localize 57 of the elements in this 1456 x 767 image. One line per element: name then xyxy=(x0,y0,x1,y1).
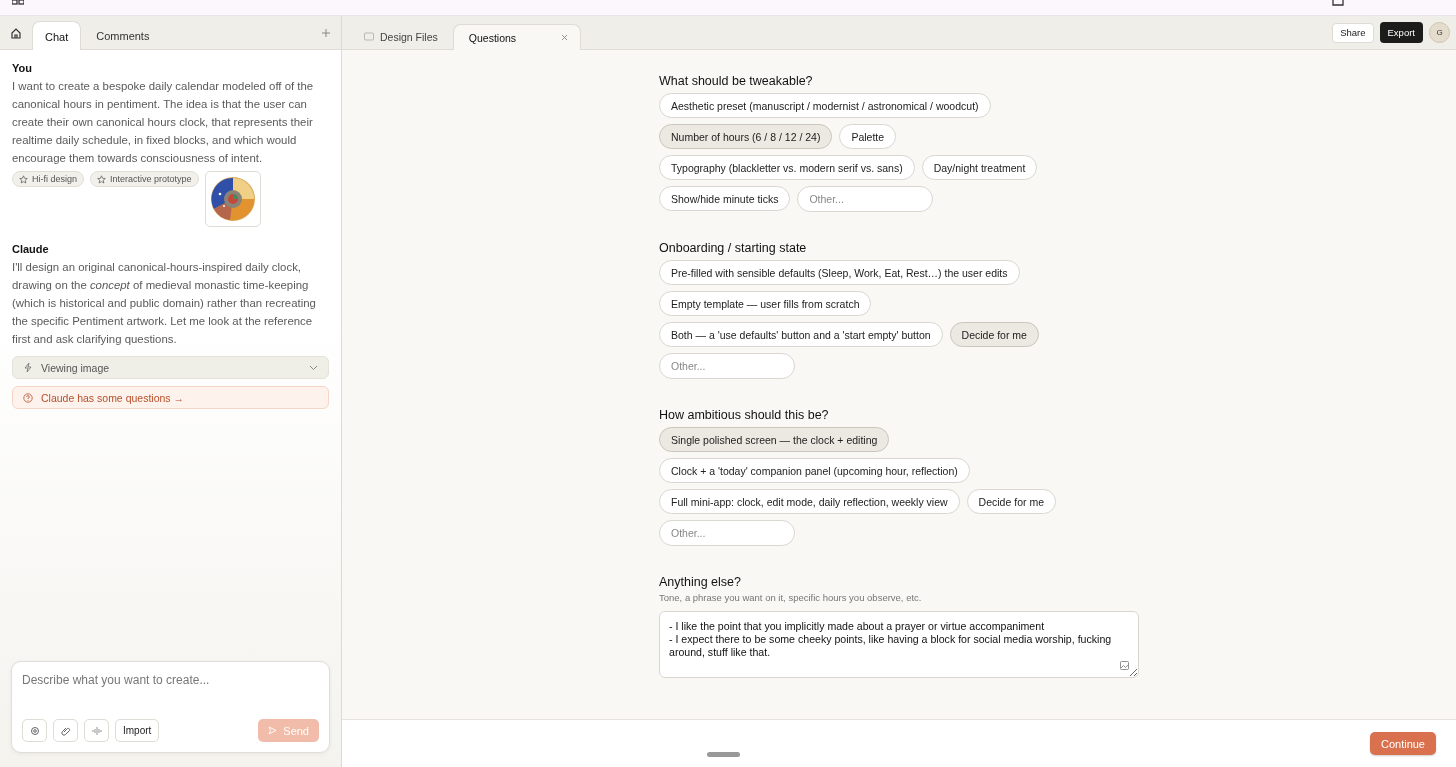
other-field[interactable]: Other... xyxy=(659,353,795,379)
tag-chip: Hi-fi design xyxy=(12,171,85,187)
tab[interactable]: Chat xyxy=(32,21,82,50)
questions-link[interactable]: Claude has some questions → xyxy=(12,386,329,409)
attach-button[interactable] xyxy=(53,719,78,742)
drag-handle[interactable] xyxy=(707,752,740,757)
export-button[interactable]: Export xyxy=(1379,22,1423,43)
option-chip[interactable]: Typography (blackletter vs. modern serif vs. sans) xyxy=(659,155,915,180)
message-text: I want to create a bespoke daily calendar modeled off of the canonical hours in pentiment. The idea is that the user can create their own canonical hours clock, that represents their realtime daily schedule, in fixed blocks, and which would encourage them towards consciousness of intent. xyxy=(12,79,315,166)
option-chip[interactable]: Clock + a 'today' companion panel (upcoming hour, reflection) xyxy=(659,458,970,483)
option-chip[interactable]: Both — a 'use defaults' button and a 'start empty' button xyxy=(659,322,943,347)
other-field[interactable]: Other... xyxy=(797,186,934,212)
option-chip[interactable]: Full mini-app: clock, edit mode, daily reflection, weekly view xyxy=(659,489,960,514)
star-icon xyxy=(19,174,28,184)
tag-chip: Interactive prototype xyxy=(90,171,199,187)
tab[interactable]: Comments xyxy=(83,20,163,49)
question-title: Anything else? xyxy=(659,575,742,589)
option-chip[interactable]: Single polished screen — the clock + editing xyxy=(659,427,890,452)
option-chip[interactable]: Number of hours (6 / 8 / 12 / 24) xyxy=(659,124,833,149)
waveform-icon xyxy=(91,725,102,736)
star-icon xyxy=(97,174,107,184)
settings-button[interactable] xyxy=(22,719,47,742)
question-hint: Tone, a phrase you want on it, specific hours you observe, etc. xyxy=(659,592,923,603)
other-field[interactable]: Other... xyxy=(659,520,795,546)
question-icon xyxy=(23,392,33,403)
activity-row[interactable]: Viewing image xyxy=(12,356,329,379)
home-icon[interactable] xyxy=(10,26,22,39)
tab[interactable]: Questions xyxy=(452,24,581,50)
notes-field[interactable]: - I like the point that you implicitly made about a prayer or virtue accompaniment - I expect there to be some cheeky points, like having a block for social media worship, fucking around, stuff like that. xyxy=(659,611,1139,678)
gear-icon xyxy=(29,725,40,736)
send-icon xyxy=(268,726,278,735)
close-icon[interactable] xyxy=(560,34,568,41)
option-chip[interactable]: Palette xyxy=(839,124,897,149)
image-icon[interactable] xyxy=(1120,661,1129,670)
option-chip[interactable]: Empty template — user fills from scratch xyxy=(659,291,872,316)
option-chip[interactable]: Decide for me xyxy=(949,322,1039,347)
plus-icon[interactable] xyxy=(321,27,331,38)
option-chip[interactable]: Show/hide minute ticks xyxy=(659,186,791,211)
share-button[interactable]: Share xyxy=(1332,22,1374,43)
prompt-field[interactable]: Describe what you want to create... xyxy=(22,672,319,688)
option-chip[interactable]: Decide for me xyxy=(966,489,1056,514)
message-text: I'll design an original canonical-hours-inspired daily clock, drawing on the concept of medieval monastic time-keeping (which is historical and public domain) rather than recreating the specific Pentiment artwork. Let me look at the reference first and ask clarifying questions. xyxy=(12,260,317,347)
user-avatar[interactable]: G xyxy=(1429,22,1450,43)
tab[interactable]: Design Files xyxy=(354,23,451,49)
paperclip-icon xyxy=(60,725,71,736)
option-chip[interactable]: Pre-filled with sensible defaults (Sleep, Work, Eat, Rest…) the user edits xyxy=(659,260,1020,285)
message-author: Claude xyxy=(12,243,50,255)
lightning-icon xyxy=(23,362,33,373)
question-title: Onboarding / starting state xyxy=(659,241,808,255)
option-chip[interactable]: Aesthetic preset (manuscript / modernist / astronomical / woodcut) xyxy=(659,93,991,118)
option-chip[interactable]: Day/night treatment xyxy=(921,155,1038,180)
question-title: What should be tweakable? xyxy=(659,74,814,88)
import-button[interactable]: Import xyxy=(115,719,160,742)
message-author: You xyxy=(12,62,33,74)
apps-icon xyxy=(12,0,24,5)
question-title: How ambitious should this be? xyxy=(659,408,830,422)
voice-button[interactable] xyxy=(84,719,109,742)
